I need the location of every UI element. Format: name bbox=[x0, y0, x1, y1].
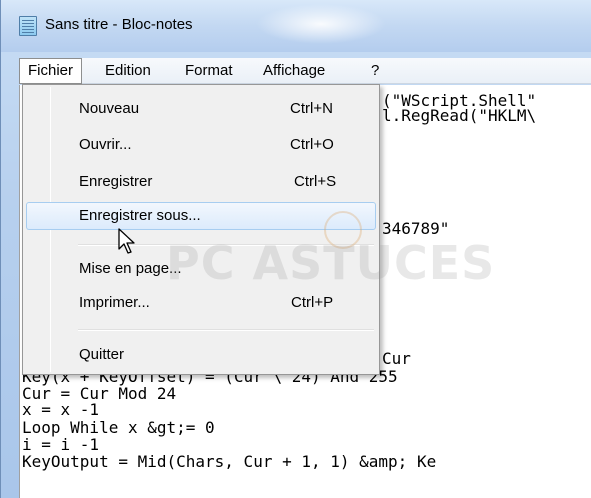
notepad-icon[interactable] bbox=[19, 16, 37, 36]
menu-item-label: Imprimer... bbox=[79, 294, 150, 311]
menu-item-ouvrir[interactable]: Ouvrir... Ctrl+O bbox=[26, 131, 376, 159]
menu-edition[interactable]: Edition bbox=[97, 58, 159, 84]
menu-item-imprimer[interactable]: Imprimer... Ctrl+P bbox=[26, 289, 376, 317]
menu-affichage[interactable]: Affichage bbox=[255, 58, 333, 84]
watermark-logo: PC ASTUCES bbox=[166, 236, 496, 290]
menu-item-label: Nouveau bbox=[79, 100, 140, 117]
menu-help[interactable]: ? bbox=[363, 58, 387, 84]
menu-item-shortcut: Ctrl+O bbox=[290, 136, 334, 153]
menu-item-label: Ouvrir... bbox=[79, 136, 132, 153]
menu-item-shortcut: Ctrl+N bbox=[290, 100, 333, 117]
menu-separator bbox=[78, 329, 374, 331]
notepad-window: Sans titre - Bloc-notes Fichier Edition … bbox=[0, 0, 591, 498]
code-line: l.RegRead("HKLM\ bbox=[382, 106, 537, 125]
menu-item-shortcut: Ctrl+S bbox=[294, 173, 337, 190]
code-line: KeyOutput = Mid(Chars, Cur + 1, 1) &amp;… bbox=[22, 452, 437, 471]
menu-item-shortcut: Ctrl+P bbox=[291, 294, 334, 311]
mouse-pointer-icon bbox=[118, 228, 135, 254]
menu-bar: Fichier Edition Format Affichage ? bbox=[19, 58, 591, 84]
menu-item-quitter[interactable]: Quitter bbox=[26, 341, 376, 369]
title-glow bbox=[256, 4, 386, 44]
menu-item-enregistrer[interactable]: Enregistrer Ctrl+S bbox=[26, 168, 376, 196]
menu-fichier[interactable]: Fichier bbox=[19, 58, 83, 84]
menu-item-label: Enregistrer sous... bbox=[79, 207, 201, 224]
window-title: Sans titre - Bloc-notes bbox=[45, 16, 193, 33]
menu-item-label: Enregistrer bbox=[79, 173, 153, 190]
code-line: x = x -1 bbox=[22, 400, 100, 419]
code-line: Cur bbox=[382, 349, 411, 368]
menu-item-label: Quitter bbox=[79, 346, 125, 363]
title-bar[interactable]: Sans titre - Bloc-notes bbox=[1, 0, 591, 52]
menu-item-nouveau[interactable]: Nouveau Ctrl+N bbox=[26, 95, 376, 123]
menu-format[interactable]: Format bbox=[177, 58, 241, 84]
